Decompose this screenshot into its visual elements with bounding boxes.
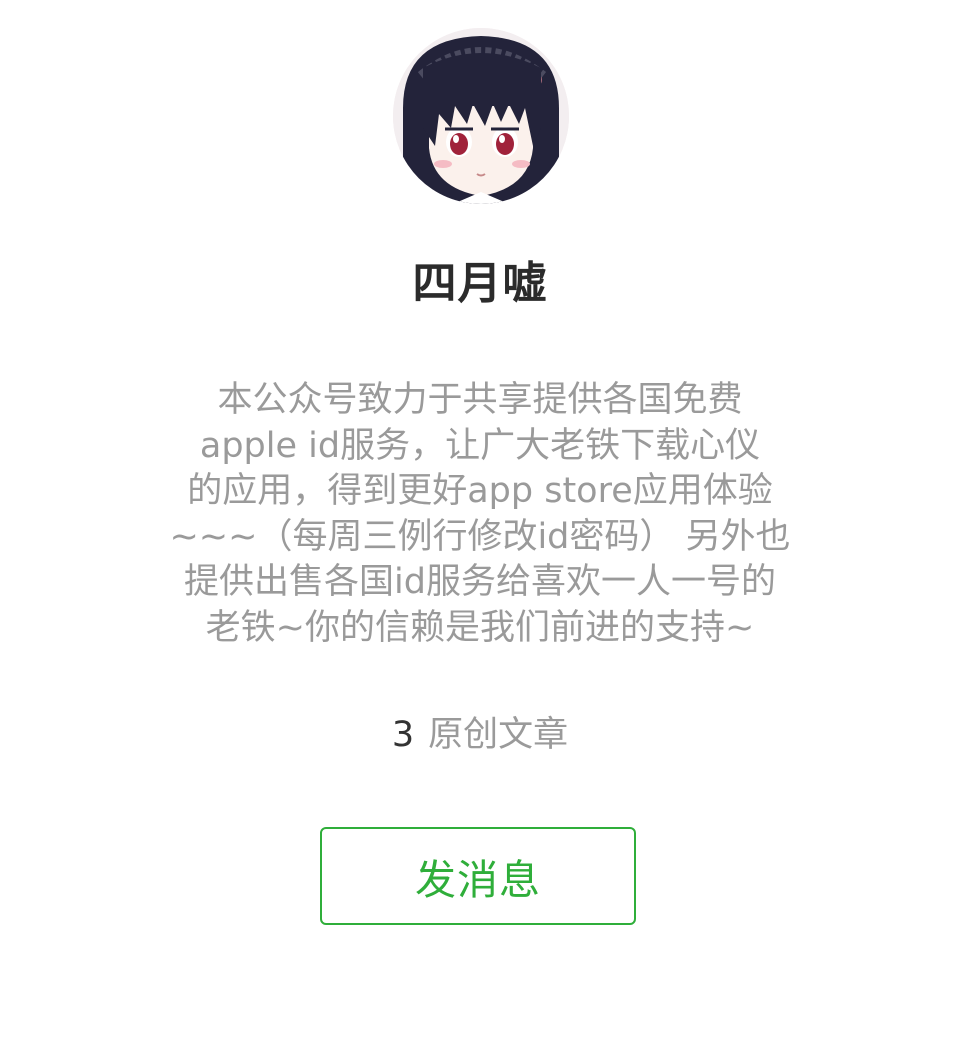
account-name: 四月嘘 [412,258,548,309]
description-line: 的应用，得到更好app store应用体验 [187,471,773,511]
anime-girl-avatar-icon [393,28,569,204]
description-line: 本公众号致力于共享提供各国免费 [217,380,743,420]
article-count: 3 [391,715,415,755]
avatar[interactable] [393,28,569,204]
description-line: 老铁~你的信赖是我们前进的支持~ [205,607,755,648]
account-profile: 四月嘘 本公众号致力于共享提供各国免费 apple id服务，让广大老铁下载心仪… [0,0,960,1052]
description-line: ~~~（每周三例行修改id密码） 另外也 [169,516,791,557]
original-articles-stat[interactable]: 3 原创文章 [0,712,960,758]
send-message-button[interactable]: 发消息 [320,827,636,925]
account-description: 本公众号致力于共享提供各国免费 apple id服务，让广大老铁下载心仪 的应用… [150,378,810,651]
description-line: apple id服务，让广大老铁下载心仪 [199,425,761,466]
article-count-label: 原创文章 [428,715,569,755]
description-line: 提供出售各国id服务给喜欢一人一号的 [184,562,776,602]
